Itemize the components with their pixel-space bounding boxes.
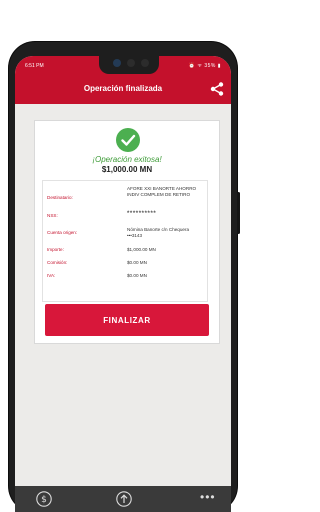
- detail-value: **********: [127, 211, 157, 217]
- more-icon[interactable]: •••: [200, 490, 218, 508]
- success-message: ¡Operación exitosa!: [92, 155, 162, 164]
- details-table: Destinatario: AFORE XXI BANORTE AHORRO I…: [42, 180, 208, 302]
- operation-amount: $1,000.00 MN: [101, 165, 153, 174]
- camera-notch: [99, 56, 159, 74]
- sensor-icon: [127, 59, 135, 67]
- status-time: 6:51 PM: [25, 63, 44, 69]
- app-header: Operación finalizada: [15, 76, 231, 104]
- detail-label: NSS:: [47, 213, 58, 218]
- dollar-icon[interactable]: $: [35, 490, 53, 508]
- detail-label: Comisión:: [47, 260, 68, 265]
- detail-value: Nómina Banorte c/n Chequera •••3143: [127, 227, 190, 238]
- detail-value: $1,000.00 MN: [127, 247, 156, 252]
- detail-label: IVA:: [47, 273, 56, 278]
- detail-label: Destinatario:: [47, 195, 73, 200]
- svg-text:$: $: [41, 495, 47, 505]
- bottom-navigation: $ •••: [15, 486, 231, 512]
- upload-icon[interactable]: [115, 490, 133, 508]
- front-camera-icon: [113, 59, 121, 67]
- success-check-icon: [116, 128, 140, 152]
- share-icon[interactable]: [209, 81, 225, 97]
- page-title: Operación finalizada: [83, 84, 163, 93]
- app-screen: 6:51 PM ⏰ ᯤ 35% ▮ Operación finalizada ¡…: [15, 56, 231, 512]
- detail-value: $0.00 MN: [127, 260, 147, 265]
- detail-label: Importe:: [47, 247, 64, 252]
- receipt-card: ¡Operación exitosa! $1,000.00 MN Destina…: [34, 120, 220, 344]
- finalize-button[interactable]: FINALIZAR: [45, 304, 209, 336]
- detail-value: $0.00 MN: [127, 273, 147, 278]
- phone-frame: 6:51 PM ⏰ ᯤ 35% ▮ Operación finalizada ¡…: [9, 42, 240, 512]
- phone-side-button: [237, 192, 240, 234]
- detail-value: AFORE XXI BANORTE AHORRO INDIV COMPLEM D…: [127, 186, 197, 197]
- sensor-icon: [141, 59, 149, 67]
- detail-label: Cuenta origen:: [47, 230, 78, 235]
- status-icons: ⏰ ᯤ 35% ▮: [188, 63, 221, 69]
